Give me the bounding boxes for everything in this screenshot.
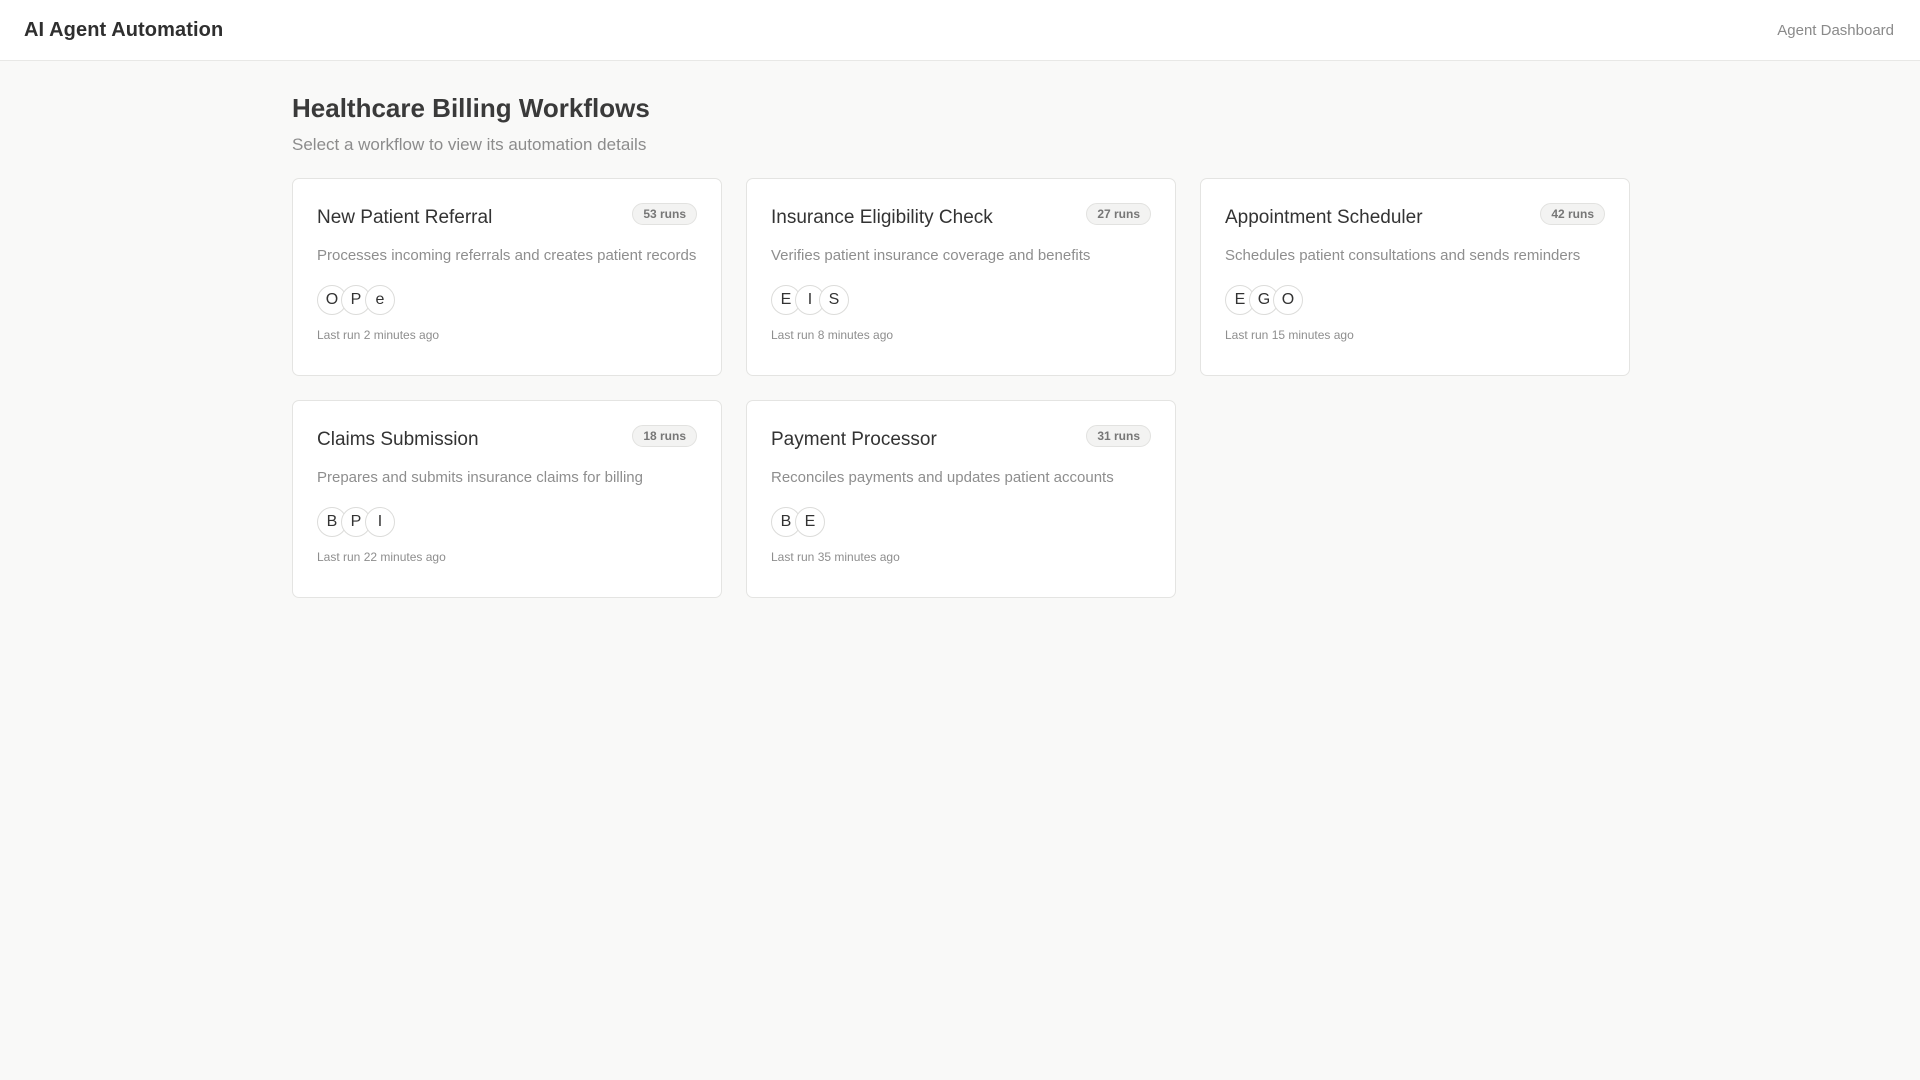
workflow-description: Verifies patient insurance coverage and … (771, 247, 1091, 264)
workflow-description: Prepares and submits insurance claims fo… (317, 469, 643, 486)
app-title: AI Agent Automation (24, 18, 224, 41)
main-content: Healthcare Billing Workflows Select a wo… (292, 93, 1630, 598)
workflow-title: Insurance Eligibility Check (771, 207, 993, 228)
workflow-title: Appointment Scheduler (1225, 207, 1423, 228)
page-title: Healthcare Billing Workflows (292, 93, 650, 123)
avatar: S (819, 285, 849, 315)
agent-avatars: B P I (317, 507, 697, 537)
last-run-text: Last run 2 minutes ago (317, 328, 440, 342)
last-run-text: Last run 35 minutes ago (771, 550, 900, 564)
workflow-card-insurance-eligibility-check[interactable]: Insurance Eligibility Check 27 runs Veri… (746, 178, 1176, 376)
top-bar: AI Agent Automation Agent Dashboard (0, 0, 1920, 61)
agent-avatars: O P e (317, 285, 697, 315)
workflow-description: Schedules patient consultations and send… (1225, 247, 1581, 264)
runs-badge: 53 runs (632, 203, 697, 225)
workflow-description: Processes incoming referrals and creates… (317, 247, 697, 264)
card-header: Payment Processor 31 runs (771, 425, 1151, 451)
runs-badge: 27 runs (1086, 203, 1151, 225)
runs-badge: 42 runs (1540, 203, 1605, 225)
last-run-text: Last run 15 minutes ago (1225, 328, 1354, 342)
agent-avatars: E G O (1225, 285, 1605, 315)
workflow-card-new-patient-referral[interactable]: New Patient Referral 53 runs Processes i… (292, 178, 722, 376)
workflow-card-claims-submission[interactable]: Claims Submission 18 runs Prepares and s… (292, 400, 722, 598)
runs-badge: 31 runs (1086, 425, 1151, 447)
card-header: Claims Submission 18 runs (317, 425, 697, 451)
last-run-text: Last run 22 minutes ago (317, 550, 446, 564)
card-header: Appointment Scheduler 42 runs (1225, 203, 1605, 229)
workflow-grid: New Patient Referral 53 runs Processes i… (292, 178, 1630, 598)
runs-badge: 18 runs (632, 425, 697, 447)
card-header: New Patient Referral 53 runs (317, 203, 697, 229)
avatar: I (365, 507, 395, 537)
workflow-title: Claims Submission (317, 429, 479, 450)
workflow-card-payment-processor[interactable]: Payment Processor 31 runs Reconciles pay… (746, 400, 1176, 598)
avatar: E (795, 507, 825, 537)
workflow-title: New Patient Referral (317, 207, 493, 228)
agent-avatars: E I S (771, 285, 1151, 315)
agent-avatars: B E (771, 507, 1151, 537)
workflow-card-appointment-scheduler[interactable]: Appointment Scheduler 42 runs Schedules … (1200, 178, 1630, 376)
avatar: O (1273, 285, 1303, 315)
avatar: e (365, 285, 395, 315)
workflow-title: Payment Processor (771, 429, 937, 450)
card-header: Insurance Eligibility Check 27 runs (771, 203, 1151, 229)
workflow-description: Reconciles payments and updates patient … (771, 469, 1114, 486)
page-subtitle: Select a workflow to view its automation… (292, 135, 647, 154)
last-run-text: Last run 8 minutes ago (771, 328, 894, 342)
agent-dashboard-link[interactable]: Agent Dashboard (1777, 22, 1896, 39)
